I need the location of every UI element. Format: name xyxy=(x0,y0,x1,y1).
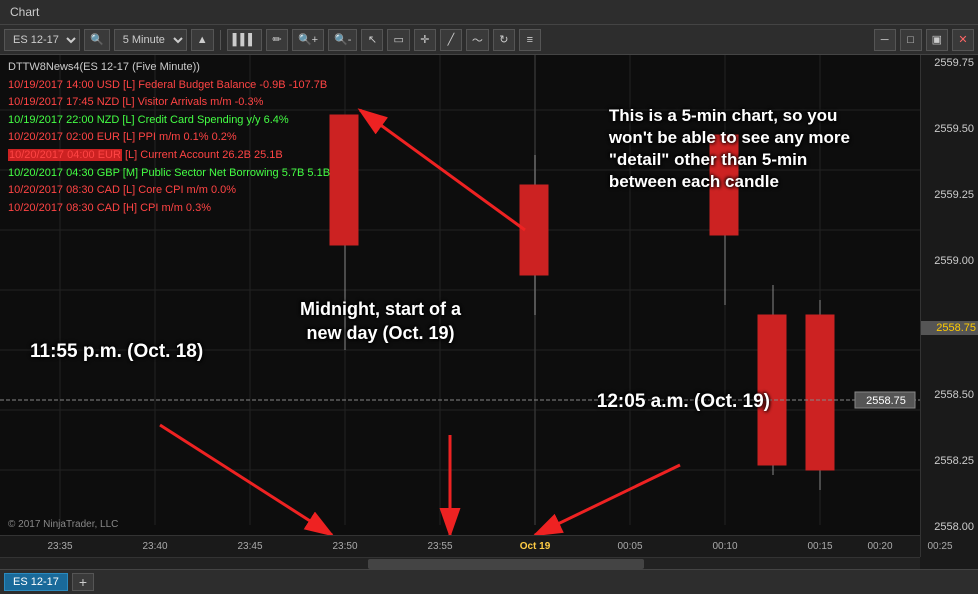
time-label-8: 00:15 xyxy=(807,541,832,552)
scrollbar-thumb[interactable] xyxy=(368,559,644,569)
scrollbar-corner xyxy=(920,557,978,569)
price-label-6: 2558.25 xyxy=(921,455,978,467)
bottom-area: 23:35 23:40 23:45 23:50 23:55 Oct 19 00:… xyxy=(0,535,978,569)
time-label-4: 23:55 xyxy=(427,541,452,552)
price-label-1: 2559.50 xyxy=(921,123,978,135)
cursor-icon[interactable]: ↖ xyxy=(361,29,383,51)
time-label-0: 23:35 xyxy=(47,541,72,552)
menu-bar: Chart xyxy=(0,0,978,25)
search-button[interactable]: 🔍 xyxy=(84,29,110,51)
price-label-2: 2559.25 xyxy=(921,189,978,201)
symbol-select[interactable]: ES 12-17 xyxy=(4,29,80,51)
price-label-0: 2559.75 xyxy=(921,57,978,69)
timeframe-select[interactable]: 5 Minute xyxy=(114,29,187,51)
maximize-button[interactable]: ▣ xyxy=(926,29,948,51)
chart-canvas: 2558.75 xyxy=(0,55,920,535)
minimize-button[interactable]: ─ xyxy=(874,29,896,51)
restore-button[interactable]: □ xyxy=(900,29,922,51)
time-label-1: 23:40 xyxy=(142,541,167,552)
crosshair-icon[interactable]: ✛ xyxy=(414,29,436,51)
time-label-9: 00:20 xyxy=(867,541,892,552)
scrollbar[interactable] xyxy=(0,557,920,569)
copyright: © 2017 NinjaTrader, LLC xyxy=(8,519,118,530)
time-label-5: Oct 19 xyxy=(520,541,551,552)
line-icon[interactable]: ╱ xyxy=(440,29,462,51)
svg-text:2558.75: 2558.75 xyxy=(866,395,906,407)
tab-es-12-17[interactable]: ES 12-17 xyxy=(4,573,68,591)
refresh-icon[interactable]: ↻ xyxy=(493,29,515,51)
list-icon[interactable]: ≡ xyxy=(519,29,541,51)
add-tab-button[interactable]: + xyxy=(72,573,94,591)
toolbar: ES 12-17 🔍 5 Minute ▲ ▌▌▌ ✏ 🔍+ 🔍- ↖ ▭ ✛ … xyxy=(0,25,978,55)
time-label-7: 00:10 xyxy=(712,541,737,552)
time-label-10: 00:25 xyxy=(927,541,952,552)
time-row: 23:35 23:40 23:45 23:50 23:55 Oct 19 00:… xyxy=(0,535,978,557)
zoom-in-icon[interactable]: 🔍+ xyxy=(292,29,324,51)
chart-menu[interactable]: Chart xyxy=(4,3,45,21)
bar-chart-icon[interactable]: ▌▌▌ xyxy=(227,29,262,51)
wave-icon[interactable]: 〜 xyxy=(466,29,489,51)
pencil-icon[interactable]: ✏ xyxy=(266,29,288,51)
time-label-3: 23:50 xyxy=(332,541,357,552)
tab-bar: ES 12-17 + xyxy=(0,569,978,594)
zoom-out-icon[interactable]: 🔍- xyxy=(328,29,357,51)
price-label-4: 2558.75 xyxy=(921,321,978,335)
scrollbar-row xyxy=(0,557,978,569)
price-label-7: 2558.00 xyxy=(921,521,978,533)
price-scale: 2559.75 2559.50 2559.25 2559.00 2558.75 … xyxy=(920,55,978,535)
time-label-6: 00:05 xyxy=(617,541,642,552)
arrow-button[interactable]: ▲ xyxy=(191,29,214,51)
time-axis: 23:35 23:40 23:45 23:50 23:55 Oct 19 00:… xyxy=(0,535,920,557)
price-label-3: 2559.00 xyxy=(921,255,978,267)
time-label-2: 23:45 xyxy=(237,541,262,552)
rect-icon[interactable]: ▭ xyxy=(387,29,409,51)
price-label-5: 2558.50 xyxy=(921,389,978,401)
close-button[interactable]: ✕ xyxy=(952,29,974,51)
